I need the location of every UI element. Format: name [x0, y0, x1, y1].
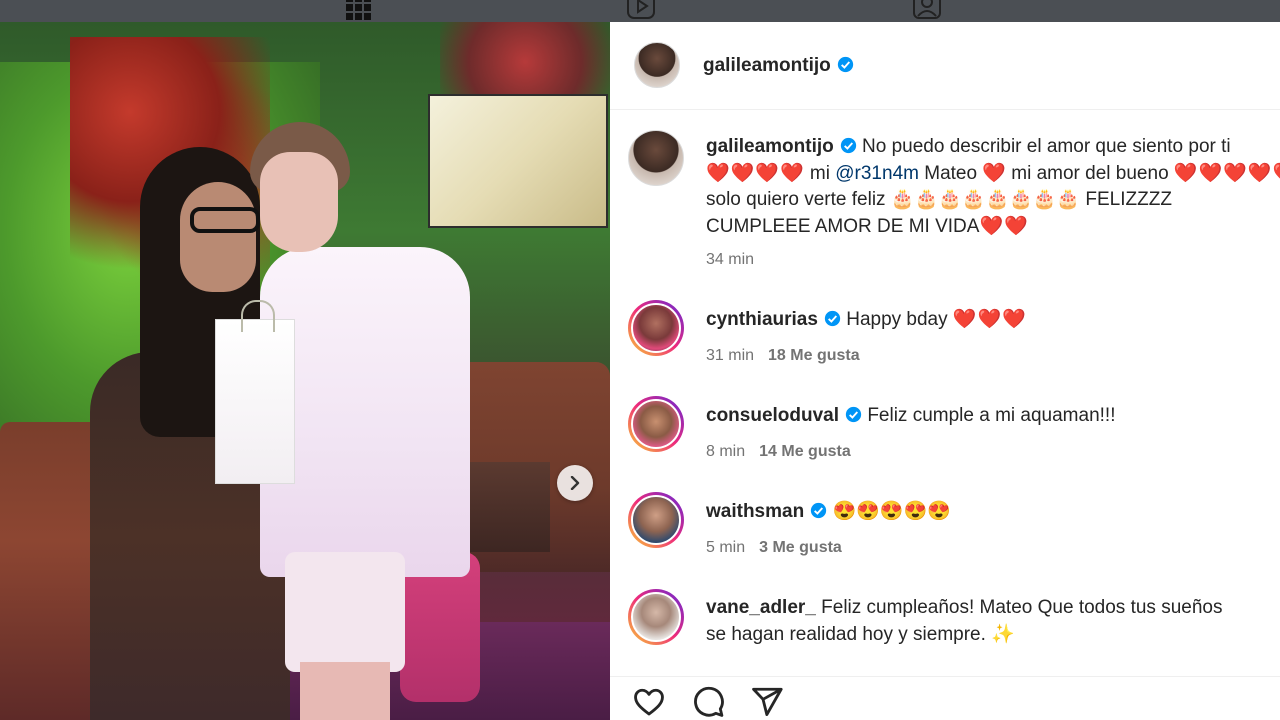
top-toolbar [0, 0, 1280, 22]
comment-username[interactable]: vane_adler_ [706, 597, 816, 618]
boy-shorts [285, 552, 405, 672]
heart-emoji: ❤️❤️❤️❤️❤️ [1173, 162, 1280, 184]
wall-screen [428, 94, 608, 228]
comment-username[interactable]: consueloduval [706, 405, 862, 426]
boy-face [260, 152, 338, 252]
comment: cynthiaurias Happy bday ❤️❤️❤️ [706, 307, 1027, 334]
flower-decoration [440, 22, 610, 102]
comment: waithsman 😍😍😍😍😍 [706, 499, 951, 526]
post-actions-bar [610, 676, 1280, 720]
comment-meta: 8 min 14 Me gusta [706, 443, 851, 461]
verified-badge-icon [845, 406, 862, 423]
comment: consueloduval Feliz cumple a mi aquaman!… [706, 403, 1115, 430]
comment-time[interactable]: 8 min [706, 443, 745, 460]
verified-badge-icon [824, 310, 841, 327]
comment-likes[interactable]: 14 Me gusta [759, 443, 851, 460]
caption-line: CUMPLEEE AMOR DE MI VIDA [706, 215, 980, 237]
heart-emoji: ❤️❤️❤️❤️ [706, 162, 805, 184]
caption-line: mi [804, 162, 836, 184]
comment-text: Feliz cumpleaños! Mateo Que todos tus su… [821, 597, 1223, 618]
comment-likes[interactable]: 3 Me gusta [759, 539, 842, 556]
post-author[interactable]: galileamontijo [703, 55, 854, 77]
grid-icon[interactable] [343, 0, 373, 20]
caption-text: galileamontijo No puedo describir el amo… [706, 134, 1280, 240]
comment-time[interactable]: 31 min [706, 347, 754, 364]
share-icon[interactable] [750, 685, 784, 719]
gift-bag [215, 300, 295, 484]
glasses [190, 207, 260, 233]
avatar[interactable] [628, 396, 684, 452]
comment-likes[interactable]: 18 Me gusta [768, 347, 860, 364]
avatar[interactable] [628, 589, 684, 645]
heart-eyes-emoji: 😍😍😍😍😍 [832, 501, 951, 522]
boy-legs [300, 662, 390, 720]
caption-line: No puedo describir el amor que siento po… [862, 136, 1231, 157]
post-side-panel: galileamontijo galileamontijo No puedo d… [610, 22, 1280, 720]
comment-text: Feliz cumple a mi aquaman!!! [867, 405, 1116, 426]
mention-link[interactable]: @r31n4m [835, 163, 919, 184]
carousel-next-button[interactable] [557, 465, 593, 501]
like-icon[interactable] [632, 685, 666, 719]
comment-time[interactable]: 5 min [706, 539, 745, 556]
chevron-right-icon [570, 476, 580, 490]
avatar[interactable] [628, 300, 684, 356]
heart-emoji: ❤️❤️ [979, 215, 1029, 237]
cake-emoji: 🎂🎂🎂🎂🎂🎂🎂🎂 [890, 189, 1081, 210]
heart-emoji: ❤️❤️❤️ [952, 309, 1027, 330]
comment-text: se hagan realidad hoy y siempre. [706, 623, 992, 645]
avatar[interactable] [628, 130, 684, 186]
comment-username[interactable]: cynthiaurias [706, 309, 841, 330]
comment-icon[interactable] [691, 685, 725, 719]
comment: vane_adler_ Feliz cumpleaños! Mateo Que … [706, 595, 1222, 648]
caption-username[interactable]: galileamontijo [706, 136, 857, 157]
post-header: galileamontijo [610, 22, 1280, 110]
caption-time[interactable]: 34 min [706, 251, 754, 269]
avatar[interactable] [634, 42, 680, 88]
caption-line: FELIZZZZ [1080, 189, 1172, 210]
comment-text: Happy bday [846, 309, 953, 330]
verified-badge-icon [811, 502, 827, 519]
comment-username[interactable]: waithsman [706, 501, 827, 522]
sparkles-emoji: ✨ [991, 623, 1015, 645]
verified-badge-icon [840, 137, 856, 154]
comment-meta: 5 min 3 Me gusta [706, 539, 842, 557]
post-photo[interactable] [0, 22, 610, 720]
verified-badge-icon [837, 56, 853, 73]
caption-line: solo quiero verte feliz [706, 189, 891, 210]
comment-meta: 31 min 18 Me gusta [706, 347, 860, 365]
woman-face [180, 182, 256, 292]
reels-icon[interactable] [626, 0, 656, 20]
caption-line: Mateo ❤️ mi amor del bueno [918, 162, 1174, 184]
profile-tagged-icon[interactable] [912, 0, 942, 20]
avatar[interactable] [628, 492, 684, 548]
